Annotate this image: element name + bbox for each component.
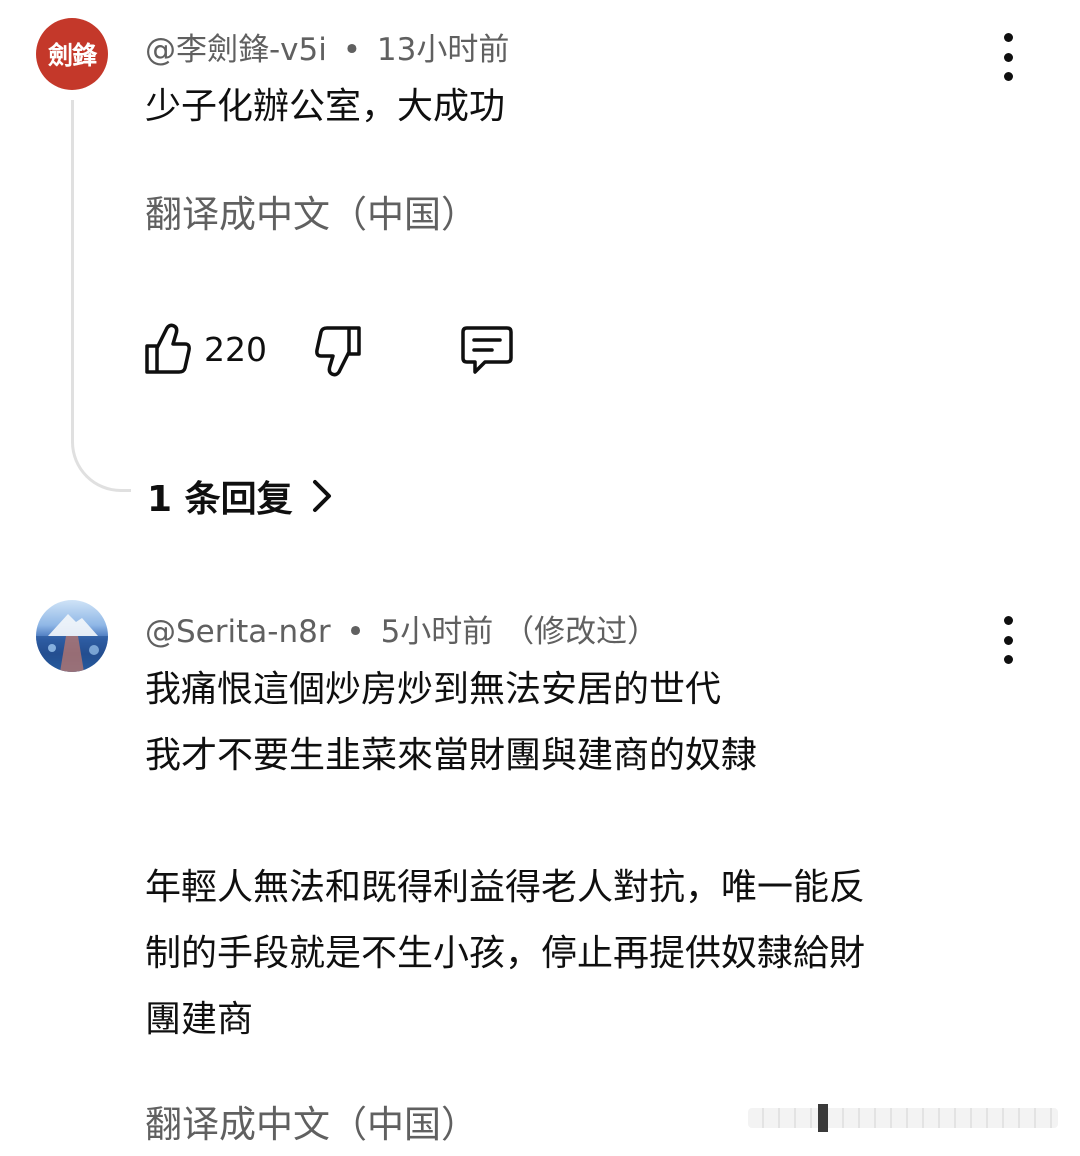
chevron-right-icon <box>312 480 331 512</box>
avatar[interactable]: 劍鋒 <box>36 18 108 90</box>
comment-line: 年輕人無法和既得利益得老人對抗，唯一能反 <box>145 867 866 908</box>
comment-line: 我痛恨這個炒房炒到無法安居的世代 <box>145 669 722 710</box>
comment-line: 少子化辦公室，大成功 <box>145 86 506 127</box>
like-button[interactable] <box>143 322 193 380</box>
more-vertical-icon[interactable] <box>996 33 1020 81</box>
comment-author[interactable]: @Serita-n8r <box>145 614 331 650</box>
comment-author[interactable]: @李劍鋒-v5i <box>145 32 327 68</box>
comment-meta: @李劍鋒-v5i • 13小时前 <box>145 24 509 69</box>
meta-separator: • <box>342 32 362 68</box>
avatar-initials: 劍鋒 <box>47 41 97 70</box>
reply-thread-line <box>71 100 131 492</box>
translate-button[interactable]: 翻译成中文（中国） <box>145 1094 478 1148</box>
comment-meta: @Serita-n8r • 5小时前 （修改过） <box>145 606 658 651</box>
watermark-mark <box>818 1104 828 1132</box>
like-count: 220 <box>204 330 267 369</box>
edited-label: （修改过） <box>503 614 659 650</box>
watermark-bar <box>748 1108 1058 1128</box>
comment-time[interactable]: 13小时前 <box>377 32 509 68</box>
comments-panel: 劍鋒 @李劍鋒-v5i • 13小时前 少子化辦公室，大成功 翻译成中文（中国）… <box>0 0 1080 1156</box>
more-vertical-icon[interactable] <box>996 616 1020 664</box>
thumbs-up-icon <box>145 323 191 374</box>
comment-time[interactable]: 5小时前 <box>381 614 494 650</box>
comment-text: 我痛恨這個炒房炒到無法安居的世代 我才不要生韭菜來當財團與建商的奴隸 年輕人無法… <box>145 657 865 1053</box>
avatar-image <box>36 614 108 672</box>
comment-text: 少子化辦公室，大成功 <box>145 74 505 140</box>
view-replies-button[interactable]: 1 条回复 <box>147 470 333 522</box>
replies-label: 1 条回复 <box>147 479 293 520</box>
comment-line: 制的手段就是不生小孩，停止再提供奴隸給財 <box>145 933 866 974</box>
avatar[interactable] <box>36 600 108 672</box>
dislike-button[interactable] <box>313 324 363 382</box>
comment-line: 團建商 <box>145 999 254 1040</box>
comment-line: 我才不要生韭菜來當財團與建商的奴隸 <box>145 735 758 776</box>
translate-button[interactable]: 翻译成中文（中国） <box>145 184 478 238</box>
thumbs-down-icon <box>315 326 361 377</box>
comment-icon <box>461 326 513 374</box>
meta-separator: • <box>346 614 365 650</box>
comment-line <box>145 789 865 855</box>
reply-button[interactable] <box>459 324 515 380</box>
